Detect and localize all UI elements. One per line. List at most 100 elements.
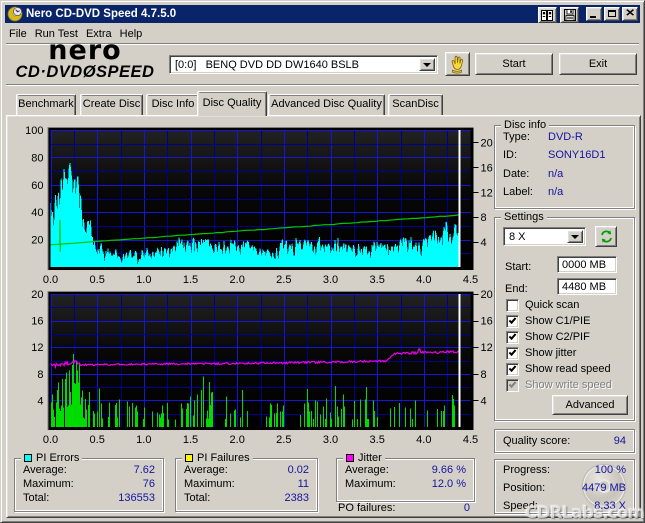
tab-benchmark[interactable]: Benchmark bbox=[16, 94, 76, 115]
advanced-button[interactable]: Advanced bbox=[552, 395, 628, 415]
quality-score-value: 94 bbox=[613, 435, 626, 447]
show-c2-pif-checkbox[interactable]: Show C2/PIF bbox=[506, 330, 590, 344]
stat-value: 76 bbox=[142, 478, 155, 490]
jitter-group: Jitter Average: 9.66 % Maximum: 12.0 % bbox=[336, 452, 475, 502]
settings-group: Settings 8 X Start: 0000 MB End: 4480 MB… bbox=[494, 211, 635, 421]
save-button[interactable] bbox=[560, 7, 579, 23]
end-mb-input[interactable]: 4480 MB bbox=[557, 278, 617, 295]
start-mb-value: 0000 MB bbox=[562, 258, 607, 271]
svg-text:40: 40 bbox=[31, 207, 43, 219]
pi-errors-chart: 100 80 60 40 20 20 16 12 8 4 0.0 0.5 1.0 1.5 2.0 2.5 3.0… bbox=[25, 125, 493, 286]
show-read-speed-checkbox[interactable]: Show read speed bbox=[506, 362, 611, 376]
checkbox-label: Quick scan bbox=[525, 299, 580, 311]
svg-text:20: 20 bbox=[481, 289, 493, 301]
tab-advanced-disc-quality[interactable]: Advanced Disc Quality bbox=[268, 94, 385, 115]
minimize-button[interactable] bbox=[586, 7, 602, 21]
cdspeed-logo-text: CD·DVDØSPEED bbox=[10, 63, 160, 81]
book-icon bbox=[541, 9, 553, 21]
refresh-button[interactable] bbox=[595, 226, 617, 247]
eject-hand-button[interactable] bbox=[445, 52, 470, 76]
stat-row: Average: 0.02 bbox=[184, 464, 309, 476]
svg-text:3.0: 3.0 bbox=[323, 274, 338, 286]
group-title: Disc info bbox=[504, 119, 547, 131]
maximize-button[interactable] bbox=[604, 7, 620, 21]
svg-text:3.5: 3.5 bbox=[370, 274, 385, 286]
svg-text:0.0: 0.0 bbox=[43, 434, 58, 446]
show-c1-pie-checkbox[interactable]: Show C1/PIE bbox=[506, 314, 590, 328]
start-button[interactable]: Start bbox=[475, 53, 553, 75]
stat-row: Total: 2383 bbox=[184, 492, 309, 504]
po-failures-label: PO failures: bbox=[338, 502, 396, 514]
po-failures-row: PO failures: 0 bbox=[338, 502, 470, 514]
tab-label: Disc Info bbox=[151, 98, 195, 110]
close-button[interactable]: ✕ bbox=[622, 7, 638, 21]
check-icon bbox=[508, 331, 517, 340]
svg-text:3.0: 3.0 bbox=[323, 434, 338, 446]
svg-text:0.5: 0.5 bbox=[90, 434, 105, 446]
checkbox-label: Show jitter bbox=[525, 347, 577, 359]
pi-errors-group: PI Errors Average: 7.62 Maximum: 76 Total:… bbox=[14, 452, 164, 512]
svg-text:2.0: 2.0 bbox=[230, 274, 245, 286]
checkbox-box bbox=[506, 314, 519, 328]
svg-text:12: 12 bbox=[31, 342, 43, 354]
svg-text:80: 80 bbox=[31, 152, 43, 164]
show-write-speed-checkbox: Show write speed bbox=[506, 378, 612, 392]
svg-text:2.5: 2.5 bbox=[276, 274, 291, 286]
menu-file[interactable]: File bbox=[5, 27, 31, 41]
checkbox-box bbox=[506, 362, 519, 376]
svg-text:1.5: 1.5 bbox=[183, 434, 198, 446]
show-jitter-checkbox[interactable]: Show jitter bbox=[506, 346, 576, 360]
stat-row: Average: 9.66 % bbox=[345, 464, 466, 476]
svg-text:1.0: 1.0 bbox=[136, 274, 151, 286]
tab-disc-quality[interactable]: Disc Quality bbox=[197, 91, 267, 116]
svg-text:4: 4 bbox=[37, 395, 43, 407]
stat-row: Total: 136553 bbox=[23, 492, 155, 504]
start-label: Start: bbox=[505, 261, 532, 273]
drive-select-value: [0:0] BENQ DVD DD DW1640 BSLB bbox=[175, 58, 360, 71]
stat-label: Maximum: bbox=[184, 478, 235, 490]
tab-create-disc[interactable]: Create Disc bbox=[80, 94, 143, 115]
speed-select-dropdown-button[interactable] bbox=[567, 230, 583, 243]
speed-select-value: 8 X bbox=[509, 230, 526, 243]
logo-speed-text: SPEED bbox=[96, 63, 155, 81]
exit-button-label: Exit bbox=[588, 58, 608, 70]
start-mb-input[interactable]: 0000 MB bbox=[557, 256, 617, 273]
jitter-swatch bbox=[346, 454, 354, 462]
stat-value: 11 bbox=[297, 478, 309, 490]
svg-text:3.5: 3.5 bbox=[370, 434, 385, 446]
stat-label: Total: bbox=[23, 492, 50, 504]
svg-text:20: 20 bbox=[31, 289, 43, 301]
drive-select-dropdown-button[interactable] bbox=[419, 58, 435, 71]
checkbox-box bbox=[506, 346, 519, 360]
end-label: End: bbox=[505, 283, 528, 295]
tab-disc-info[interactable]: Disc Info bbox=[146, 94, 200, 115]
compare-results-button[interactable] bbox=[538, 7, 557, 23]
drive-select[interactable]: [0:0] BENQ DVD DD DW1640 BSLB bbox=[169, 55, 438, 74]
checkbox-label: Show read speed bbox=[525, 363, 611, 375]
exit-button[interactable]: Exit bbox=[559, 53, 637, 75]
tab-label: Create Disc bbox=[82, 98, 141, 110]
tab-label: Benchmark bbox=[18, 98, 74, 110]
nero-logo-text: nero bbox=[48, 35, 122, 66]
disc-info-title: Disc info bbox=[501, 119, 550, 131]
chevron-down-icon bbox=[423, 62, 431, 67]
svg-text:60: 60 bbox=[31, 180, 43, 192]
svg-text:12: 12 bbox=[481, 342, 493, 354]
pi-failures-legend: PI Failures bbox=[182, 452, 253, 464]
title-bar: Nero CD-DVD Speed 4.7.5.0 ✕ bbox=[5, 5, 640, 23]
svg-text:4.5: 4.5 bbox=[463, 434, 478, 446]
disc-info-group: Disc info Type: DVD-R ID: SONY16D1 Date:… bbox=[494, 119, 635, 209]
checkbox-box bbox=[506, 378, 519, 392]
speed-select[interactable]: 8 X bbox=[503, 227, 586, 246]
group-title: PI Errors bbox=[36, 452, 80, 464]
tab-scandisc[interactable]: ScanDisc bbox=[388, 94, 443, 115]
checkbox-label: Show C2/PIF bbox=[525, 331, 590, 343]
close-icon: ✕ bbox=[624, 8, 636, 19]
logo-cd-dvd-text: CD·DVD bbox=[15, 63, 83, 81]
group-title: PI Failures bbox=[197, 452, 250, 464]
check-icon bbox=[508, 347, 517, 356]
quick-scan-checkbox[interactable]: Quick scan bbox=[506, 298, 579, 312]
svg-text:8: 8 bbox=[37, 369, 43, 381]
svg-text:12: 12 bbox=[481, 187, 493, 199]
minimize-icon bbox=[590, 16, 596, 18]
